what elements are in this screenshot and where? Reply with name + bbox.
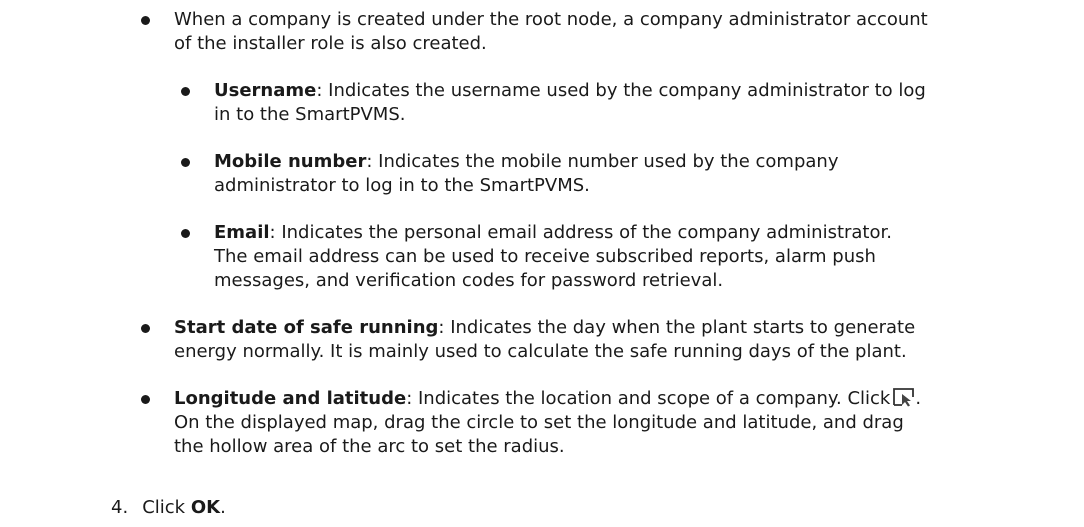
bullet-dot: [141, 324, 150, 333]
step-text: Click: [142, 497, 191, 518]
definition-text: : Indicates the personal email address o…: [269, 222, 892, 243]
sub-bullet-dot: [181, 158, 190, 167]
bullet-text-line: energy normally. It is mainly used to ca…: [174, 341, 907, 362]
sentence-period: .: [915, 388, 922, 409]
bullet-dot: [141, 395, 150, 404]
bullet-mobile-number: Mobile number: Indicates the mobile numb…: [214, 150, 1074, 198]
bullet-text-line: of the installer role is also created.: [174, 33, 487, 54]
bullet-text-line: The email address can be used to receive…: [214, 246, 876, 267]
term-username: Username: [214, 80, 317, 101]
step-number: 4.: [111, 497, 129, 518]
definition-text: : Indicates the mobile number used by th…: [366, 151, 839, 172]
term-email: Email: [214, 222, 270, 243]
term-start-date: Start date of safe running: [174, 317, 439, 338]
step-text-end: .: [220, 497, 226, 518]
bullet-text-line: When a company is created under the root…: [174, 9, 928, 30]
sub-bullet-dot: [181, 87, 190, 96]
definition-text: : Indicates the username used by the com…: [316, 80, 926, 101]
ok-button-reference: OK: [190, 497, 221, 518]
document-page: When a company is created under the root…: [0, 0, 1084, 527]
bullet-text-line: in to the SmartPVMS.: [214, 104, 406, 125]
select-location-icon: [893, 388, 915, 407]
term-longitude-latitude: Longitude and latitude: [174, 388, 407, 409]
bullet-text-line: On the displayed map, drag the circle to…: [174, 412, 904, 433]
bullet-text-line: administrator to log in to the SmartPVMS…: [214, 175, 590, 196]
sub-bullet-dot: [181, 229, 190, 238]
bullet-text-line: messages, and verification codes for pas…: [214, 270, 724, 291]
bullet-longitude-latitude: Longitude and latitude: Indicates the lo…: [174, 387, 1074, 459]
bullet-dot: [141, 16, 150, 25]
definition-text: : Indicates the location and scope of a …: [406, 388, 891, 409]
bullet-company-admin: When a company is created under the root…: [174, 8, 1074, 56]
bullet-text-line: the hollow area of the arc to set the ra…: [174, 436, 565, 457]
definition-text: : Indicates the day when the plant start…: [438, 317, 916, 338]
bullet-username: Username: Indicates the username used by…: [214, 79, 1074, 127]
bullet-email: Email: Indicates the personal email addr…: [214, 221, 1074, 293]
term-mobile-number: Mobile number: [214, 151, 367, 172]
bullet-start-date: Start date of safe running: Indicates th…: [174, 316, 1074, 364]
step-4: 4. Click OK.: [111, 496, 226, 520]
